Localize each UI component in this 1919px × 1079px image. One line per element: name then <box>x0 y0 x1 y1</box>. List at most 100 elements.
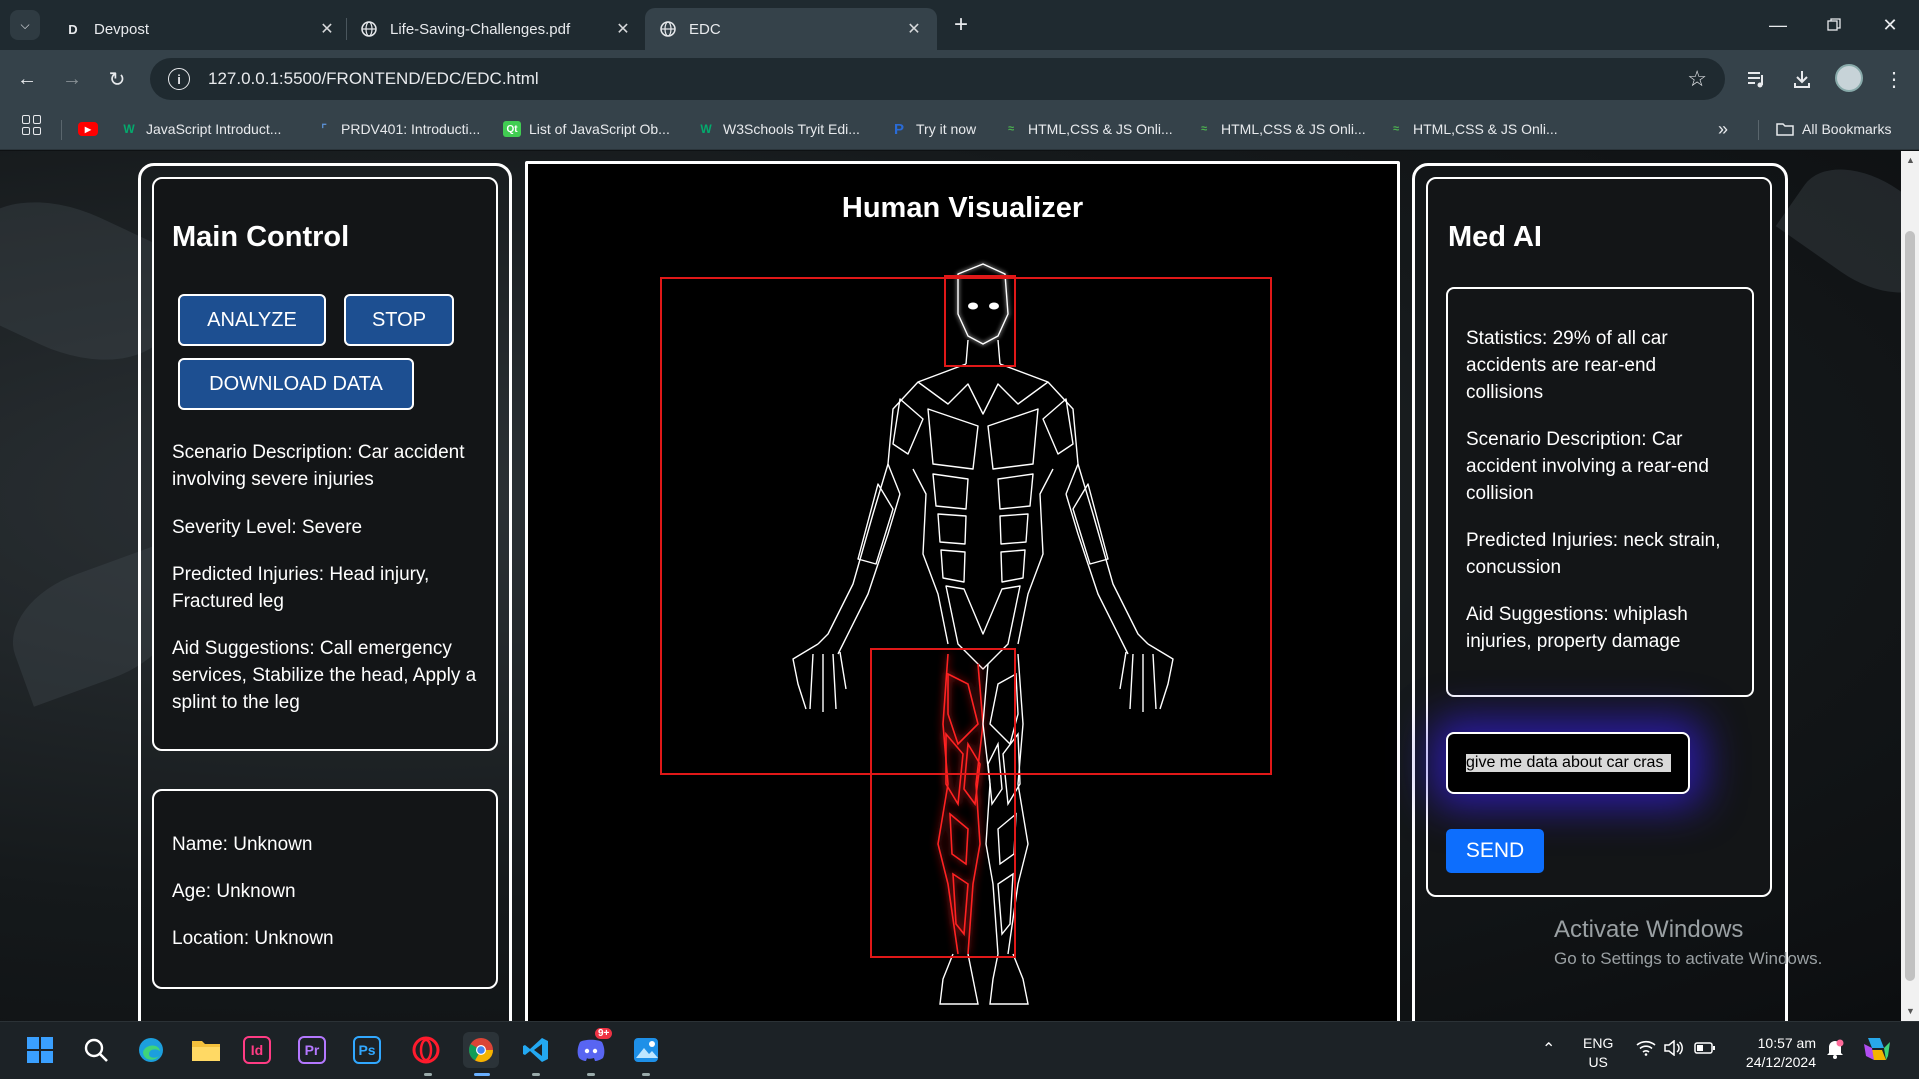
w3schools-icon: W <box>123 122 135 136</box>
address-bar[interactable]: i 127.0.0.1:5500/FRONTEND/EDC/EDC.html ☆ <box>150 58 1725 100</box>
devpost-icon: D <box>68 21 78 37</box>
saylor-icon: ⌜ <box>321 122 327 136</box>
apps-grid-icon[interactable] <box>22 115 42 135</box>
search-icon[interactable] <box>78 1032 114 1068</box>
minimize-button[interactable]: — <box>1758 10 1798 40</box>
youtube-icon: ▶ <box>78 122 98 136</box>
bookmark-item[interactable]: Qt List of JavaScript Ob... <box>503 118 670 140</box>
back-button[interactable]: ← <box>10 62 44 96</box>
leg-highlight-box <box>870 648 1016 958</box>
media-control-icon[interactable] <box>1740 62 1774 96</box>
close-icon[interactable]: ✕ <box>905 20 923 38</box>
severity-level: Severity Level: Severe <box>172 517 363 538</box>
tab-label: Devpost <box>94 20 150 38</box>
running-indicator <box>587 1073 595 1076</box>
all-bookmarks-button[interactable]: All Bookmarks <box>1776 118 1891 140</box>
bookmark-label: JavaScript Introduct... <box>146 121 282 137</box>
close-icon[interactable]: ✕ <box>318 20 336 38</box>
patient-location: Location: Unknown <box>172 928 334 949</box>
chat-input[interactable]: give me data about car cras <box>1446 732 1690 794</box>
patient-name: Name: Unknown <box>172 834 313 855</box>
bookmark-item[interactable]: ⌜ PRDV401: Introducti... <box>315 118 480 140</box>
windows-start-icon[interactable] <box>22 1032 58 1068</box>
qt-icon: Qt <box>503 121 521 137</box>
tab-edc[interactable]: EDC ✕ <box>645 8 937 50</box>
info-icon[interactable]: i <box>168 68 190 90</box>
forward-button[interactable]: → <box>55 62 89 96</box>
chat-input-value: give me data about car cras <box>1466 754 1671 772</box>
notification-bell-icon[interactable] <box>1826 1039 1844 1064</box>
new-tab-button[interactable]: + <box>948 11 974 38</box>
chat-message: Statistics: 29% of all car accidents are… <box>1466 328 1668 403</box>
edge-icon[interactable] <box>133 1032 169 1068</box>
tab-devpost[interactable]: D Devpost ✕ <box>50 8 350 50</box>
scroll-down-icon[interactable]: ▼ <box>1906 1006 1915 1016</box>
bookmark-label: List of JavaScript Ob... <box>529 121 670 137</box>
send-button[interactable]: SEND <box>1446 829 1544 873</box>
globe-icon <box>659 20 677 38</box>
w3schools-icon: W <box>700 122 712 136</box>
language-indicator[interactable]: ENG US <box>1583 1034 1613 1072</box>
download-data-button[interactable]: DOWNLOAD DATA <box>178 358 414 410</box>
bookmark-divider <box>61 120 62 140</box>
reload-button[interactable]: ↻ <box>100 62 134 96</box>
premiere-icon[interactable]: Pr <box>298 1036 326 1064</box>
predicted-injuries: Predicted Injuries: Head injury, Fractur… <box>172 564 430 612</box>
tab-label: EDC <box>689 20 721 38</box>
wifi-icon[interactable] <box>1636 1040 1656 1061</box>
bookmark-item[interactable]: W JavaScript Introduct... <box>120 118 281 140</box>
main-control-title: Main Control <box>172 221 350 253</box>
stop-button[interactable]: STOP <box>344 294 454 346</box>
battery-icon[interactable] <box>1694 1041 1716 1060</box>
editor-icon: ≈ <box>1200 123 1208 135</box>
bookmarks-bar: ▶ W JavaScript Introduct... ⌜ PRDV401: I… <box>0 108 1919 150</box>
chevron-down-icon: ⌵ <box>20 17 30 32</box>
bookmark-label: PRDV401: Introducti... <box>341 121 481 137</box>
volume-icon[interactable] <box>1664 1039 1684 1061</box>
bookmark-item[interactable]: W W3Schools Tryit Edi... <box>697 118 860 140</box>
discord-icon[interactable]: 9+ <box>573 1028 613 1068</box>
vscode-icon[interactable] <box>518 1032 554 1068</box>
scroll-up-icon[interactable]: ▲ <box>1906 155 1915 165</box>
bookmark-item[interactable]: ≈ HTML,CSS & JS Onli... <box>1002 118 1173 140</box>
more-bookmarks-chevron-icon[interactable]: » <box>1718 118 1728 140</box>
bookmark-item[interactable]: ≈ HTML,CSS & JS Onli... <box>1195 118 1366 140</box>
show-hidden-icons-chevron[interactable]: ⌃ <box>1542 1040 1555 1059</box>
page-scrollbar[interactable]: ▲ ▼ <box>1901 151 1919 1021</box>
running-indicator <box>424 1073 432 1076</box>
photos-icon[interactable] <box>628 1032 664 1068</box>
tab-search-button[interactable]: ⌵ <box>10 10 40 40</box>
close-icon[interactable]: ✕ <box>614 20 632 38</box>
copilot-icon[interactable] <box>1862 1034 1892 1069</box>
bookmark-divider <box>1758 120 1759 140</box>
bookmark-item[interactable]: ≈ HTML,CSS & JS Onli... <box>1387 118 1558 140</box>
bookmark-label: Try it now <box>916 121 977 137</box>
bookmark-item[interactable]: P Try it now <box>890 118 976 140</box>
bookmark-label: HTML,CSS & JS Onli... <box>1413 121 1558 137</box>
tab-pdf[interactable]: Life-Saving-Challenges.pdf ✕ <box>346 8 646 50</box>
photoshop-icon[interactable]: Ps <box>353 1036 381 1064</box>
chrome-icon[interactable] <box>463 1032 499 1068</box>
profile-avatar[interactable] <box>1835 64 1863 92</box>
tab-strip: ⌵ D Devpost ✕ Life-Saving-Challenges.pdf… <box>0 0 1919 50</box>
editor-icon: ≈ <box>1007 123 1015 135</box>
bookmark-label: All Bookmarks <box>1802 121 1892 137</box>
scrollbar-thumb[interactable] <box>1905 231 1915 981</box>
globe-icon <box>360 20 378 38</box>
patient-age: Age: Unknown <box>172 881 296 902</box>
chat-messages: Statistics: 29% of all car accidents are… <box>1446 287 1754 697</box>
chat-message: Scenario Description: Car accident invol… <box>1466 429 1709 504</box>
indesign-icon[interactable]: Id <box>243 1036 271 1064</box>
opera-icon[interactable] <box>408 1032 444 1068</box>
download-icon[interactable] <box>1785 62 1819 96</box>
restore-button[interactable] <box>1814 10 1854 40</box>
bookmark-label: HTML,CSS & JS Onli... <box>1028 121 1173 137</box>
clock[interactable]: 10:57 am 24/12/2024 <box>1736 1034 1816 1072</box>
menu-kebab-icon[interactable]: ⋮ <box>1877 62 1911 96</box>
bookmark-youtube[interactable]: ▶ <box>78 118 106 140</box>
file-explorer-icon[interactable] <box>188 1032 224 1068</box>
activate-windows-title: Activate Windows <box>1554 916 1744 943</box>
analyze-button[interactable]: ANALYZE <box>178 294 326 346</box>
close-window-button[interactable]: ✕ <box>1870 10 1910 40</box>
bookmark-star-icon[interactable]: ☆ <box>1687 66 1707 92</box>
